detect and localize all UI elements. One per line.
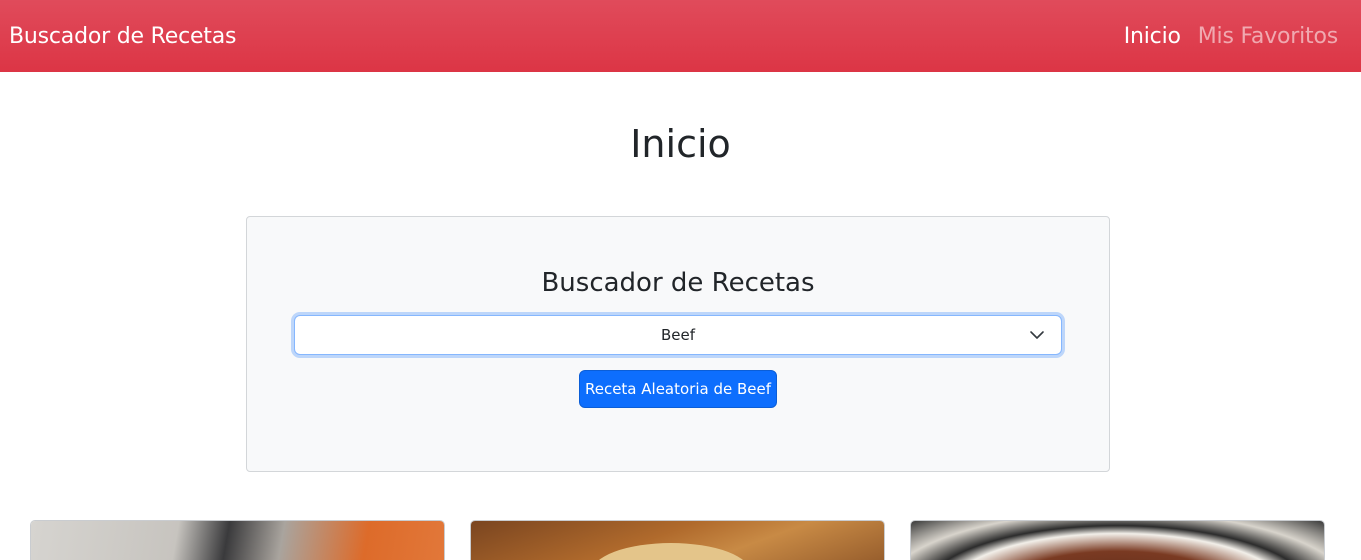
category-select[interactable]: Beef bbox=[294, 315, 1062, 355]
nav-links: Inicio Mis Favoritos bbox=[1124, 24, 1338, 49]
random-recipe-button[interactable]: Receta Aleatoria de Beef bbox=[579, 370, 777, 408]
recipe-card[interactable] bbox=[910, 520, 1325, 560]
page-title: Inicio bbox=[630, 122, 731, 166]
nav-link-inicio[interactable]: Inicio bbox=[1124, 24, 1181, 49]
nav-link-mis-favoritos[interactable]: Mis Favoritos bbox=[1198, 24, 1338, 49]
search-card-title: Buscador de Recetas bbox=[541, 268, 815, 298]
recipe-image[interactable] bbox=[911, 521, 1324, 560]
category-select-value: Beef bbox=[660, 326, 696, 344]
navbar: Buscador de Recetas Inicio Mis Favoritos bbox=[0, 0, 1361, 72]
recipe-image[interactable] bbox=[31, 521, 444, 560]
recipe-card[interactable] bbox=[30, 520, 445, 560]
chevron-down-icon bbox=[1030, 331, 1044, 339]
navbar-brand[interactable]: Buscador de Recetas bbox=[9, 24, 236, 49]
search-card: Buscador de Recetas Beef Receta Aleatori… bbox=[246, 216, 1110, 472]
recipe-card[interactable] bbox=[470, 520, 885, 560]
recipe-image[interactable] bbox=[471, 521, 884, 560]
